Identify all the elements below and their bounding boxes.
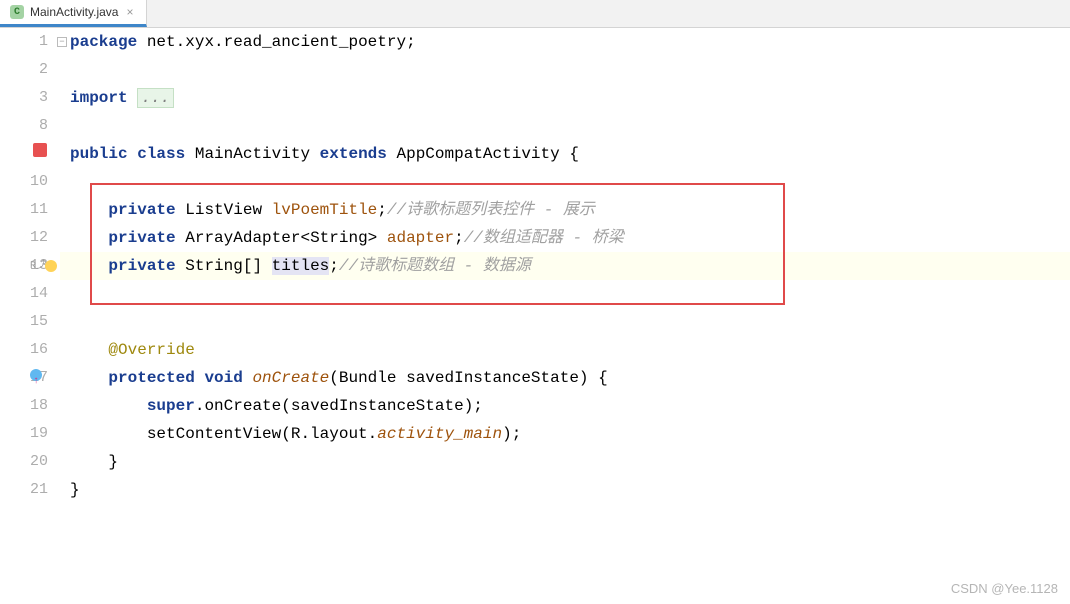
code-line [70,112,1070,140]
rename-icon[interactable]: R⤴ [30,261,46,272]
code-line [70,280,1070,308]
watermark: CSDN @Yee.1128 [951,581,1058,596]
fold-icon[interactable] [57,37,67,47]
intention-bulb-icon[interactable] [45,260,57,272]
code-line: private ArrayAdapter<String> adapter;//数… [70,224,1070,252]
code-line: setContentView(R.layout.activity_main); [70,420,1070,448]
code-line: package net.xyx.read_ancient_poetry; [70,28,1070,56]
code-line: super.onCreate(savedInstanceState); [70,392,1070,420]
line-number: 12 [30,229,48,246]
line-number: 20 [30,453,48,470]
line-number: 16 [30,341,48,358]
code-line: @Override [70,336,1070,364]
line-number: 21 [30,481,48,498]
line-gutter: 1 2 3 8 9 10 11 12 R⤴13 14 15 16 17 18 1… [0,28,60,604]
code-line [70,56,1070,84]
line-number: 18 [30,397,48,414]
code-editor[interactable]: 1 2 3 8 9 10 11 12 R⤴13 14 15 16 17 18 1… [0,28,1070,604]
editor-tabs: C MainActivity.java × [0,0,1070,28]
code-line: } [70,476,1070,504]
java-file-icon: C [10,5,24,19]
code-line [70,168,1070,196]
line-number: 14 [30,285,48,302]
line-number: 19 [30,425,48,442]
line-number: 2 [39,61,48,78]
folded-imports[interactable]: ... [137,88,174,108]
code-line: protected void onCreate(Bundle savedInst… [70,364,1070,392]
code-line: } [70,448,1070,476]
tab-label: MainActivity.java [30,5,118,19]
run-gutter-icon[interactable] [33,143,47,157]
tab-mainactivity[interactable]: C MainActivity.java × [0,0,147,27]
code-line: public class MainActivity extends AppCom… [70,140,1070,168]
line-number: 1 [39,33,48,50]
close-icon[interactable]: × [124,5,135,19]
override-icon[interactable] [30,369,42,381]
code-area[interactable]: package net.xyx.read_ancient_poetry; imp… [60,28,1070,604]
line-number: 15 [30,313,48,330]
code-line: private ListView lvPoemTitle;//诗歌标题列表控件 … [70,196,1070,224]
line-number: 10 [30,173,48,190]
code-line: import ... [70,84,1070,112]
code-line: private String[] titles;//诗歌标题数组 - 数据源 [70,252,1070,280]
line-number: 3 [39,89,48,106]
line-number: 11 [30,201,48,218]
line-number: 8 [39,117,48,134]
code-line [70,308,1070,336]
